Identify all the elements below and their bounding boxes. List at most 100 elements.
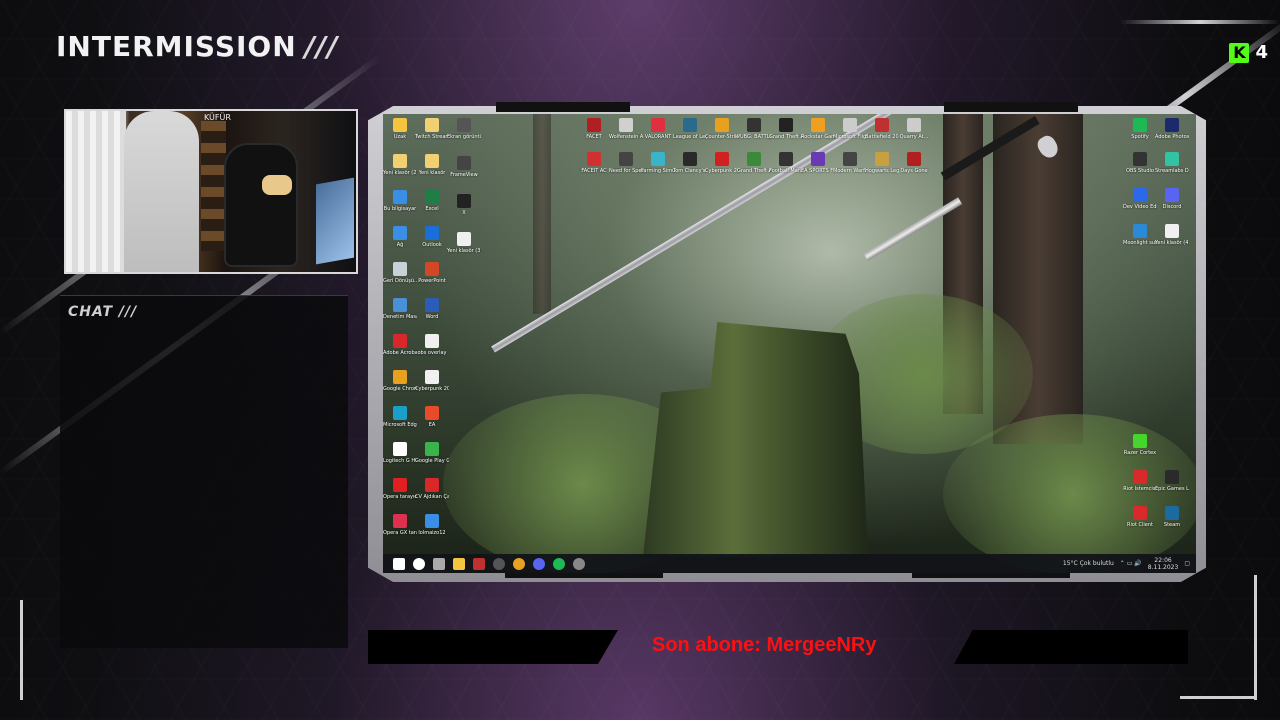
desktop-icon[interactable]: Google Play Games Beta (415, 442, 449, 464)
desktop-icon-label: Yeni klasör (418, 170, 446, 176)
desktop-icon[interactable]: Wolfenstein Arena (609, 118, 643, 140)
weather-widget[interactable]: 15°C Çok bulutlu (1063, 560, 1114, 567)
desktop-icon[interactable]: Yeni klasör (415, 154, 449, 176)
desktop-icon[interactable]: Adobe Photosh... (1155, 118, 1189, 140)
desktop-icon[interactable]: Football Manager (769, 152, 803, 174)
desktop-icon-label: Adobe Acrobat (383, 350, 417, 356)
desktop-icon[interactable]: X (447, 194, 481, 216)
desktop-icon[interactable]: Riot Client (1123, 506, 1157, 528)
desktop-icon[interactable]: Tom Clancy's Rainbow Six (673, 152, 707, 174)
desktop-icon[interactable]: FACET (577, 118, 611, 140)
powerpoint-icon (425, 262, 439, 276)
kick-icon: K (1229, 42, 1250, 63)
desktop-icon[interactable]: Opera GX tarayıcı (383, 514, 417, 536)
viewer-count: 4 (1255, 42, 1268, 63)
desktop-icon-label: CV Ajdıkan Çalışı Yil... (415, 494, 449, 500)
folder-icon (425, 154, 439, 168)
desktop-icon[interactable]: Cyberpunk 2077 Bon... (415, 370, 449, 392)
desktop-icon[interactable]: Steam (1155, 506, 1189, 528)
desktop-icon[interactable]: Hogwarts Legacy (865, 152, 899, 174)
desktop-icon[interactable]: Battlefield 2042 (865, 118, 899, 140)
outlook-icon (425, 226, 439, 240)
desktop-icon[interactable]: EA SPORTS FC 24 (801, 152, 835, 174)
desktop-icon[interactable]: Dev Video Editor 26 (1123, 188, 1157, 210)
desktop-icon[interactable]: Grand Theft Auto V (737, 152, 771, 174)
webcam-gaming-chair (224, 143, 298, 267)
desktop-icon[interactable]: lolmaizo12 (415, 514, 449, 536)
edge-icon (393, 406, 407, 420)
clock[interactable]: 22:06 8.11.2023 (1148, 557, 1179, 571)
desktop-icon[interactable]: Moonlight suite (1123, 224, 1157, 246)
desktop-icon[interactable]: Google Chrome (383, 370, 417, 392)
desktop-icon[interactable]: EA (415, 406, 449, 428)
desktop-icon[interactable]: Counter-Strike 2 (705, 118, 739, 140)
desktop-icon[interactable]: Rockstar Games... (801, 118, 835, 140)
file-explorer-icon[interactable] (453, 557, 465, 570)
desktop-icon[interactable]: Yeni klasör (4) (1155, 224, 1189, 246)
tray-icons: ⌃ ▭ 🔊 (1119, 560, 1142, 567)
desktop-icon[interactable]: Modern Warfare II (833, 152, 867, 174)
desktop-icon[interactable]: Logitech G HUB (383, 442, 417, 464)
game-icon (587, 152, 601, 166)
obs-icon[interactable] (473, 557, 485, 570)
chrome-icon[interactable] (513, 557, 525, 570)
desktop-icon[interactable]: Outlook (415, 226, 449, 248)
desktop-icon-label: Hogwarts Legacy (865, 168, 899, 174)
desktop-icon[interactable]: FrameView (447, 156, 481, 178)
desktop-icon[interactable]: PowerPoint (415, 262, 449, 284)
desktop-icon[interactable]: Uzak (383, 118, 417, 140)
desktop-icon[interactable]: Geri Dönüşü... (383, 262, 417, 284)
computer-icon (393, 190, 407, 204)
desktop-icon[interactable]: Denetim Masası (383, 298, 417, 320)
desktop-icon[interactable]: Quarry At... (897, 118, 931, 140)
desktop-icon[interactable]: Streamlabs Desktop (1155, 152, 1189, 174)
desktop-icon[interactable]: obs overlay (415, 334, 449, 356)
decor-slash (1120, 20, 1280, 24)
desktop-icon[interactable]: Excel (415, 190, 449, 212)
spotify-icon[interactable] (553, 557, 565, 570)
desktop-icon[interactable]: Ekran görüntüsü... (447, 118, 481, 140)
desktop-icon-label: Farming Simulator 22 (641, 168, 675, 174)
desktop-icon[interactable]: Farming Simulator 22 (641, 152, 675, 174)
desktop-icon[interactable]: Microsoft Edge (383, 406, 417, 428)
desktop-icon[interactable]: Word (415, 298, 449, 320)
windows-start-icon[interactable] (393, 557, 405, 570)
file-icon (457, 232, 471, 246)
task-view-icon[interactable] (433, 557, 445, 570)
steam-icon[interactable] (493, 557, 505, 570)
app-icon (1165, 118, 1179, 132)
frame-corner (20, 600, 43, 700)
desktop-icon[interactable]: FACEIT AC (577, 152, 611, 174)
folder-icon (393, 154, 407, 168)
desktop-icon[interactable]: Ağ (383, 226, 417, 248)
desktop-icon[interactable]: Microsoft Flight Simulator (833, 118, 867, 140)
desktop-icon[interactable]: CV Ajdıkan Çalışı Yil... (415, 478, 449, 500)
desktop-icon[interactable]: VALORANT (641, 118, 675, 140)
desktop-icon[interactable]: Razer Cortex (1123, 434, 1157, 456)
desktop-icon[interactable]: PUBG: BATTLEGR... (737, 118, 771, 140)
desktop-icon[interactable]: Yeni klasör (2) (383, 154, 417, 176)
game-icon (779, 118, 793, 132)
desktop-icon[interactable]: Need for Speed Unbound (609, 152, 643, 174)
logitech-icon (393, 442, 407, 456)
obs-studio-icon[interactable] (573, 557, 585, 570)
search-icon[interactable] (413, 557, 425, 570)
desktop-icon[interactable]: Yeni klasör (3) (447, 232, 481, 254)
desktop-icon[interactable]: Discord (1155, 188, 1189, 210)
desktop-icon[interactable]: Adobe Acrobat (383, 334, 417, 356)
desktop-icon-label: Opera GX tarayıcı (383, 530, 417, 536)
desktop-icon-label: FACEIT AC (581, 168, 607, 174)
notification-icon[interactable]: ▢ (1184, 560, 1190, 567)
desktop-icon[interactable]: Twitch Streamer (415, 118, 449, 140)
desktop-icon[interactable]: Epic Games Launcher (1155, 470, 1189, 492)
desktop-icon[interactable]: Cyberpunk 2077 (705, 152, 739, 174)
desktop-icon[interactable]: Riot İstemcisi (1123, 470, 1157, 492)
desktop-icon[interactable]: Spotify (1123, 118, 1157, 140)
discord-icon[interactable] (533, 557, 545, 570)
desktop-icon[interactable]: Grand Theft Auto V (769, 118, 803, 140)
desktop-icon[interactable]: League of Legends (673, 118, 707, 140)
desktop-icon[interactable]: Opera tarayıcı (383, 478, 417, 500)
desktop-icon[interactable]: Days Gone (897, 152, 931, 174)
desktop-icon[interactable]: Bu bilgisayar (383, 190, 417, 212)
desktop-icon[interactable]: OBS Studio (1123, 152, 1157, 174)
